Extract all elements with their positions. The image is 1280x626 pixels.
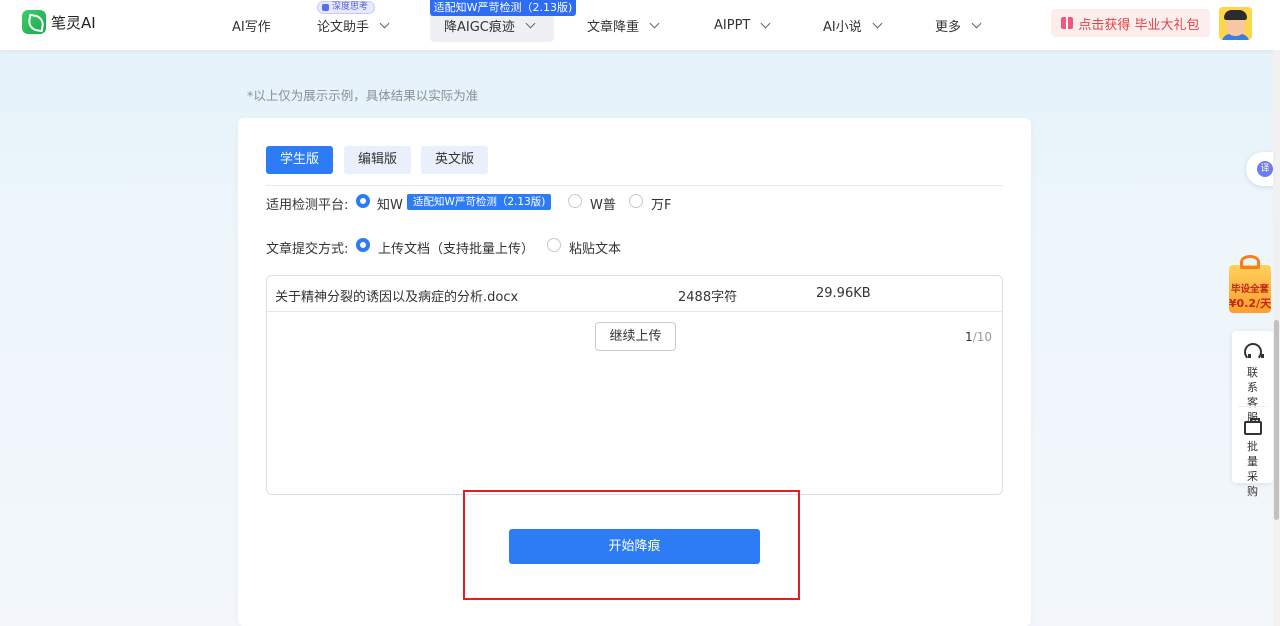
chevron-down-icon — [525, 18, 536, 28]
radio-paste-text[interactable] — [547, 238, 561, 252]
radio-zhiw[interactable] — [356, 194, 370, 208]
briefcase-icon — [1244, 418, 1262, 435]
nav-label: AI写作 — [232, 19, 271, 35]
main-card: 学生版 编辑版 英文版 适用检测平台: 知W 适配知W严苛检测（2.13版) W… — [238, 118, 1031, 626]
divider — [266, 185, 1003, 186]
scrollbar-thumb[interactable] — [1274, 320, 1279, 520]
logo[interactable]: 笔灵AI — [22, 10, 96, 34]
nav-thesis-assistant[interactable]: 论文助手 — [317, 0, 390, 50]
chevron-down-icon — [760, 18, 771, 28]
chevron-down-icon — [872, 18, 883, 28]
customer-service-button[interactable]: 联系客服 — [1232, 343, 1273, 425]
nav-ai-novel[interactable]: AI小说 — [823, 0, 883, 50]
disclaimer-note: *以上仅为展示示例，具体结果以实际为准 — [247, 88, 479, 103]
continue-upload-button[interactable]: 继续上传 — [595, 322, 676, 351]
bulk-purchase-button[interactable]: 批量采购 — [1232, 418, 1273, 499]
file-count: 1/10 — [965, 330, 992, 344]
logo-text: 笔灵AI — [51, 13, 96, 32]
nav-label: 更多 — [935, 19, 962, 35]
radio-wanf[interactable] — [629, 194, 643, 208]
nav-aippt[interactable]: AIPPT — [714, 0, 771, 50]
option-paste-text-label[interactable]: 粘贴文本 — [569, 238, 621, 257]
nav-label: 降AIGC痕迹 — [444, 19, 515, 35]
submit-mode-label: 文章提交方式: — [266, 242, 349, 257]
logo-icon — [22, 10, 46, 34]
start-reduce-button[interactable]: 开始降痕 — [509, 529, 760, 564]
tab-editor[interactable]: 编辑版 — [344, 146, 412, 174]
tab-english[interactable]: 英文版 — [421, 146, 489, 174]
gift-icon — [1061, 17, 1074, 29]
nav-label: 文章降重 — [587, 19, 640, 35]
tab-student[interactable]: 学生版 — [266, 146, 334, 174]
chevron-down-icon — [649, 18, 660, 28]
list-item: 关于精神分裂的诱因以及病症的分析.docx 2488字符 29.96KB — [267, 276, 1002, 312]
option-wpu-label[interactable]: W普 — [590, 194, 616, 213]
file-list: 关于精神分裂的诱因以及病症的分析.docx 2488字符 29.96KB 继续上… — [266, 275, 1003, 495]
nav-label: 论文助手 — [317, 19, 370, 35]
file-chars: 2488字符 — [678, 290, 738, 305]
nav-reduce-aigc[interactable]: 降AIGC痕迹 — [444, 0, 536, 50]
avatar[interactable] — [1219, 7, 1252, 40]
thesis-package-promo[interactable]: 毕设全套 ¥0.2/天 — [1227, 255, 1273, 315]
platform-label: 适用检测平台: — [266, 198, 349, 213]
nav-article-dedup[interactable]: 文章降重 — [587, 0, 660, 50]
strict-detection-tag: 适配知W严苛检测（2.13版) — [407, 194, 552, 210]
chevron-down-icon — [971, 18, 982, 28]
top-header: 笔灵AI AI写作 深度思考 论文助手 适配知W严苛检测（2.13版) 降AIG… — [0, 0, 1280, 50]
option-upload-doc-label[interactable]: 上传文档（支持批量上传） — [378, 238, 534, 257]
option-zhiw-label[interactable]: 知W — [377, 194, 403, 213]
radio-wpu[interactable] — [568, 194, 582, 208]
graduation-gift-button[interactable]: 点击获得 毕业大礼包 — [1051, 9, 1210, 37]
chevron-down-icon — [379, 18, 390, 28]
file-name: 关于精神分裂的诱因以及病症的分析.docx — [275, 290, 519, 305]
side-panel: 联系客服 批量采购 — [1232, 331, 1273, 498]
nav-label: AIPPT — [714, 17, 751, 33]
nav-more[interactable]: 更多 — [935, 0, 982, 50]
nav-ai-writing[interactable]: AI写作 — [232, 0, 271, 50]
nav-label: AI小说 — [823, 19, 862, 35]
option-wanf-label[interactable]: 万F — [651, 194, 671, 213]
radio-upload-doc[interactable] — [356, 238, 370, 252]
headset-icon — [1244, 343, 1264, 361]
translate-icon: 译 — [1257, 161, 1273, 177]
file-size: 29.96KB — [816, 286, 871, 301]
